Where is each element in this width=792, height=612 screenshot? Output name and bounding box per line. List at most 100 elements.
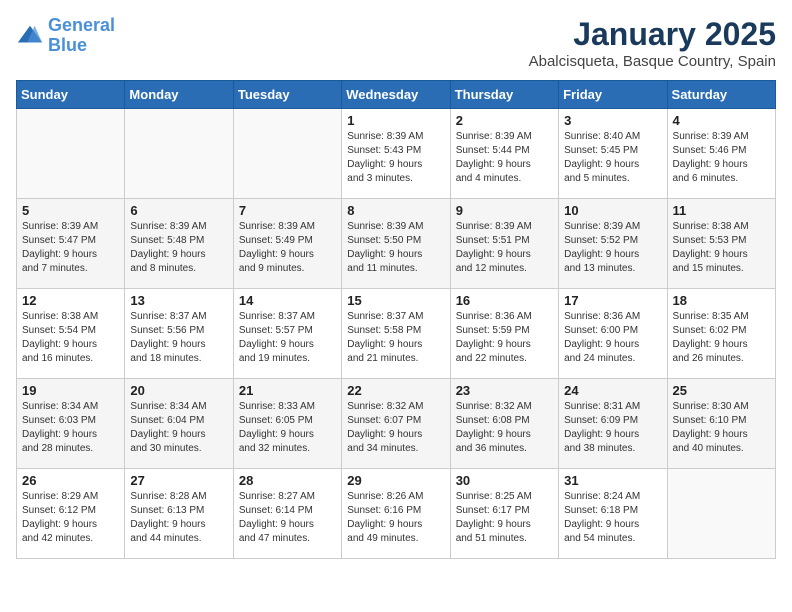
header-cell-saturday: Saturday <box>667 81 775 109</box>
day-info: Sunrise: 8:39 AM Sunset: 5:48 PM Dayligh… <box>130 220 227 276</box>
day-number: 29 <box>347 473 444 488</box>
day-cell: 13Sunrise: 8:37 AM Sunset: 5:56 PM Dayli… <box>125 289 233 379</box>
day-cell <box>125 109 233 199</box>
day-number: 15 <box>347 293 444 308</box>
day-info: Sunrise: 8:38 AM Sunset: 5:54 PM Dayligh… <box>22 310 119 366</box>
day-cell: 8 Sunrise: 8:39 AM Sunset: 5:50 PM Daylig… <box>342 199 450 289</box>
day-number: 7 <box>239 203 336 218</box>
header-cell-sunday: Sunday <box>17 81 125 109</box>
day-info: Sunrise: 8:26 AM Sunset: 6:16 PM Dayligh… <box>347 490 444 546</box>
header-row: SundayMondayTuesdayWednesdayThursdayFrid… <box>17 81 776 109</box>
day-info: Sunrise: 8:39 AM Sunset: 5:44 PM Dayligh… <box>456 130 553 186</box>
day-number: 27 <box>130 473 227 488</box>
day-number: 31 <box>564 473 661 488</box>
day-number: 2 <box>456 113 553 128</box>
day-number: 23 <box>456 383 553 398</box>
day-info: Sunrise: 8:39 AM Sunset: 5:50 PM Dayligh… <box>347 220 444 276</box>
day-cell: 23 Sunrise: 8:32 AM Sunset: 6:08 PM Dayli… <box>450 379 558 469</box>
day-cell: 22 Sunrise: 8:32 AM Sunset: 6:07 PM Dayli… <box>342 379 450 469</box>
day-cell: 16 Sunrise: 8:36 AM Sunset: 5:59 PM Dayli… <box>450 289 558 379</box>
day-info: Sunrise: 8:37 AM Sunset: 5:58 PM Dayligh… <box>347 310 444 366</box>
day-number: 5 <box>22 203 119 218</box>
title-block: January 2025 Abalcisqueta, Basque Countr… <box>529 16 776 70</box>
day-cell: 5 Sunrise: 8:39 AM Sunset: 5:47 PM Daylig… <box>17 199 125 289</box>
logo-icon <box>16 22 44 50</box>
calendar-subtitle: Abalcisqueta, Basque Country, Spain <box>529 53 776 70</box>
day-cell: 17 Sunrise: 8:36 AM Sunset: 6:00 PM Dayli… <box>559 289 667 379</box>
week-row-5: 26 Sunrise: 8:29 AM Sunset: 6:12 PM Dayli… <box>17 469 776 559</box>
day-info: Sunrise: 8:24 AM Sunset: 6:18 PM Dayligh… <box>564 490 661 546</box>
day-cell <box>233 109 341 199</box>
day-number: 25 <box>673 383 770 398</box>
day-info: Sunrise: 8:38 AM Sunset: 5:53 PM Dayligh… <box>673 220 770 276</box>
day-cell: 7 Sunrise: 8:39 AM Sunset: 5:49 PM Daylig… <box>233 199 341 289</box>
day-number: 14 <box>239 293 336 308</box>
week-row-2: 5 Sunrise: 8:39 AM Sunset: 5:47 PM Daylig… <box>17 199 776 289</box>
day-number: 17 <box>564 293 661 308</box>
day-cell: 11Sunrise: 8:38 AM Sunset: 5:53 PM Dayli… <box>667 199 775 289</box>
day-cell: 10Sunrise: 8:39 AM Sunset: 5:52 PM Dayli… <box>559 199 667 289</box>
day-cell: 4Sunrise: 8:39 AM Sunset: 5:46 PM Daylig… <box>667 109 775 199</box>
day-info: Sunrise: 8:34 AM Sunset: 6:03 PM Dayligh… <box>22 400 119 456</box>
day-cell: 15 Sunrise: 8:37 AM Sunset: 5:58 PM Dayli… <box>342 289 450 379</box>
day-number: 30 <box>456 473 553 488</box>
day-number: 28 <box>239 473 336 488</box>
day-info: Sunrise: 8:35 AM Sunset: 6:02 PM Dayligh… <box>673 310 770 366</box>
day-cell: 3Sunrise: 8:40 AM Sunset: 5:45 PM Daylig… <box>559 109 667 199</box>
day-info: Sunrise: 8:39 AM Sunset: 5:46 PM Dayligh… <box>673 130 770 186</box>
day-info: Sunrise: 8:32 AM Sunset: 6:08 PM Dayligh… <box>456 400 553 456</box>
day-number: 20 <box>130 383 227 398</box>
day-number: 21 <box>239 383 336 398</box>
day-cell: 9Sunrise: 8:39 AM Sunset: 5:51 PM Daylig… <box>450 199 558 289</box>
day-info: Sunrise: 8:27 AM Sunset: 6:14 PM Dayligh… <box>239 490 336 546</box>
day-number: 8 <box>347 203 444 218</box>
day-number: 18 <box>673 293 770 308</box>
day-info: Sunrise: 8:36 AM Sunset: 6:00 PM Dayligh… <box>564 310 661 366</box>
week-row-3: 12 Sunrise: 8:38 AM Sunset: 5:54 PM Dayli… <box>17 289 776 379</box>
day-cell: 6Sunrise: 8:39 AM Sunset: 5:48 PM Daylig… <box>125 199 233 289</box>
day-info: Sunrise: 8:39 AM Sunset: 5:49 PM Dayligh… <box>239 220 336 276</box>
calendar-body: 1Sunrise: 8:39 AM Sunset: 5:43 PM Daylig… <box>17 109 776 559</box>
day-info: Sunrise: 8:33 AM Sunset: 6:05 PM Dayligh… <box>239 400 336 456</box>
logo-line1: General <box>48 15 115 35</box>
day-number: 1 <box>347 113 444 128</box>
day-cell: 31 Sunrise: 8:24 AM Sunset: 6:18 PM Dayli… <box>559 469 667 559</box>
day-cell: 1Sunrise: 8:39 AM Sunset: 5:43 PM Daylig… <box>342 109 450 199</box>
day-number: 24 <box>564 383 661 398</box>
day-cell: 12 Sunrise: 8:38 AM Sunset: 5:54 PM Dayli… <box>17 289 125 379</box>
day-cell: 14Sunrise: 8:37 AM Sunset: 5:57 PM Dayli… <box>233 289 341 379</box>
day-info: Sunrise: 8:32 AM Sunset: 6:07 PM Dayligh… <box>347 400 444 456</box>
day-info: Sunrise: 8:39 AM Sunset: 5:47 PM Dayligh… <box>22 220 119 276</box>
day-info: Sunrise: 8:36 AM Sunset: 5:59 PM Dayligh… <box>456 310 553 366</box>
logo-text: General Blue <box>48 16 115 56</box>
week-row-4: 19 Sunrise: 8:34 AM Sunset: 6:03 PM Dayli… <box>17 379 776 469</box>
day-number: 12 <box>22 293 119 308</box>
calendar-table: SundayMondayTuesdayWednesdayThursdayFrid… <box>16 80 776 559</box>
day-cell: 20Sunrise: 8:34 AM Sunset: 6:04 PM Dayli… <box>125 379 233 469</box>
day-number: 22 <box>347 383 444 398</box>
day-info: Sunrise: 8:29 AM Sunset: 6:12 PM Dayligh… <box>22 490 119 546</box>
day-info: Sunrise: 8:39 AM Sunset: 5:52 PM Dayligh… <box>564 220 661 276</box>
day-number: 16 <box>456 293 553 308</box>
header-cell-tuesday: Tuesday <box>233 81 341 109</box>
header-cell-thursday: Thursday <box>450 81 558 109</box>
day-info: Sunrise: 8:25 AM Sunset: 6:17 PM Dayligh… <box>456 490 553 546</box>
day-number: 9 <box>456 203 553 218</box>
logo-line2: Blue <box>48 35 87 55</box>
calendar-header: SundayMondayTuesdayWednesdayThursdayFrid… <box>17 81 776 109</box>
day-cell: 26 Sunrise: 8:29 AM Sunset: 6:12 PM Dayli… <box>17 469 125 559</box>
day-cell: 19 Sunrise: 8:34 AM Sunset: 6:03 PM Dayli… <box>17 379 125 469</box>
day-info: Sunrise: 8:40 AM Sunset: 5:45 PM Dayligh… <box>564 130 661 186</box>
day-info: Sunrise: 8:37 AM Sunset: 5:56 PM Dayligh… <box>130 310 227 366</box>
page-header: General Blue January 2025 Abalcisqueta, … <box>16 16 776 70</box>
day-number: 26 <box>22 473 119 488</box>
day-cell: 2 Sunrise: 8:39 AM Sunset: 5:44 PM Daylig… <box>450 109 558 199</box>
week-row-1: 1Sunrise: 8:39 AM Sunset: 5:43 PM Daylig… <box>17 109 776 199</box>
day-cell: 18 Sunrise: 8:35 AM Sunset: 6:02 PM Dayli… <box>667 289 775 379</box>
day-number: 19 <box>22 383 119 398</box>
day-cell: 29 Sunrise: 8:26 AM Sunset: 6:16 PM Dayli… <box>342 469 450 559</box>
day-info: Sunrise: 8:30 AM Sunset: 6:10 PM Dayligh… <box>673 400 770 456</box>
day-cell: 24Sunrise: 8:31 AM Sunset: 6:09 PM Dayli… <box>559 379 667 469</box>
day-cell: 25 Sunrise: 8:30 AM Sunset: 6:10 PM Dayli… <box>667 379 775 469</box>
calendar-title: January 2025 <box>529 16 776 53</box>
